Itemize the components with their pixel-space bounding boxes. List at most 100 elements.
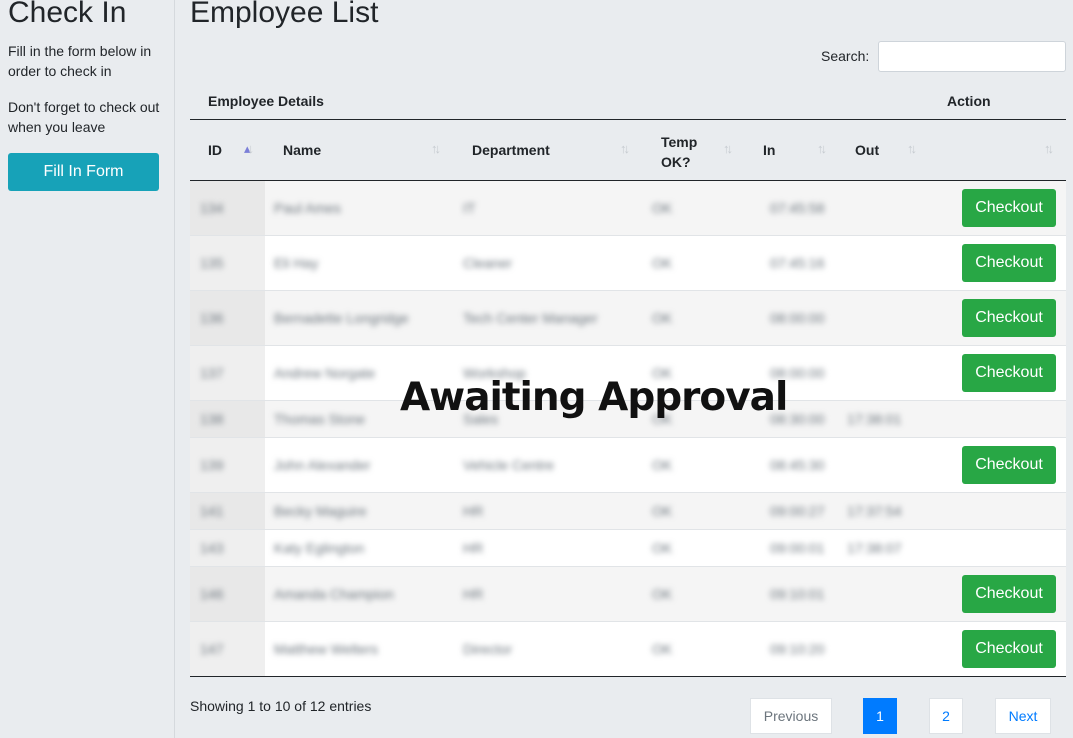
cell-name: Thomas Stone (274, 411, 366, 427)
cell-name: Matthew Welters (274, 641, 378, 657)
cell-out: 17:38:07 (847, 540, 902, 556)
cell-in: 09:10:01 (770, 586, 825, 602)
cell-id: 141 (200, 503, 224, 519)
cell-name: Bernadette Longridge (274, 310, 409, 326)
checkout-button[interactable]: Checkout (962, 299, 1056, 337)
sidebar-title: Check In (8, 0, 127, 29)
checkout-button[interactable]: Checkout (962, 575, 1056, 613)
cell-id: 134 (200, 200, 224, 216)
table-row: 136 Bernadette Longridge Tech Center Man… (190, 291, 1066, 346)
table-row: 135 Eli Hay Cleaner OK 07:45:16 Checkout (190, 236, 1066, 291)
cell-name: Eli Hay (274, 255, 319, 271)
awaiting-approval-overlay: Awaiting Approval (400, 375, 788, 420)
table-column-header: ID ▴↓ Name ↑↓ Department ↑↓ Temp OK? ↑↓ … (190, 120, 1066, 181)
cell-name: Katy Eglington (274, 540, 365, 556)
cell-department: Vehicle Centre (463, 457, 555, 473)
page-title: Employee List (190, 0, 379, 29)
cell-department: IT (463, 200, 476, 216)
column-name-label: Name (283, 142, 322, 158)
cell-in: 09:00:27 (770, 503, 825, 519)
cell-department: Tech Center Manager (463, 310, 598, 326)
column-action[interactable]: ↑↓ (929, 120, 1066, 181)
cell-department: HR (463, 540, 484, 556)
cell-in: 09:10:20 (770, 641, 825, 657)
table-row: 147 Matthew Welters Director OK 09:10:20… (190, 622, 1066, 677)
cell-temp: OK (652, 586, 673, 602)
table-row: 143 Katy Eglington HR OK 09:00:01 17:38:… (190, 530, 1066, 567)
cell-out: 17:37:54 (847, 503, 902, 519)
cell-name: Amanda Champion (274, 586, 394, 602)
table-group-header: Employee Details Action (190, 82, 1066, 120)
checkout-button[interactable]: Checkout (962, 354, 1056, 392)
search-input[interactable] (878, 41, 1066, 72)
cell-in: 07:45:58 (770, 200, 825, 216)
cell-id: 136 (200, 310, 224, 326)
employee-details-header: Employee Details (208, 93, 324, 109)
sidebar-reminder: Don't forget to check out when you leave (8, 99, 160, 135)
sidebar: Check In Fill in the form below in order… (0, 0, 175, 738)
cell-department: Director (463, 641, 513, 657)
table-row: 139 John Alexander Vehicle Centre OK 08:… (190, 438, 1066, 493)
sort-icon: ↑↓ (907, 141, 917, 156)
cell-temp: OK (652, 457, 673, 473)
pagination-page-1[interactable]: 1 (863, 698, 897, 734)
checkout-button[interactable]: Checkout (962, 244, 1056, 282)
cell-temp: OK (652, 255, 673, 271)
column-department-label: Department (472, 142, 550, 158)
sort-icon: ↑↓ (817, 141, 827, 156)
cell-temp: OK (652, 503, 673, 519)
column-out[interactable]: Out ↑↓ (837, 120, 929, 181)
column-temp-label: Temp OK? (661, 134, 698, 170)
cell-name: Paul Ames (274, 200, 341, 216)
cell-department: HR (463, 503, 484, 519)
column-in-label: In (763, 142, 776, 158)
cell-id: 138 (200, 411, 224, 427)
cell-id: 147 (200, 641, 224, 657)
column-id-label: ID (208, 142, 222, 158)
cell-out: 17:38:01 (847, 411, 902, 427)
checkout-button[interactable]: Checkout (962, 630, 1056, 668)
cell-id: 137 (200, 365, 224, 381)
cell-id: 146 (200, 586, 224, 602)
action-header: Action (947, 93, 991, 109)
cell-in: 07:45:16 (770, 255, 825, 271)
pagination-previous[interactable]: Previous (750, 698, 832, 734)
fill-in-form-button[interactable]: Fill In Form (8, 153, 159, 191)
column-temp[interactable]: Temp OK? ↑↓ (643, 120, 744, 181)
cell-temp: OK (652, 540, 673, 556)
column-out-label: Out (855, 142, 880, 158)
cell-in: 08:45:30 (770, 457, 825, 473)
search-label: Search: (821, 48, 870, 64)
cell-id: 135 (200, 255, 224, 271)
column-id[interactable]: ID ▴↓ (190, 120, 265, 181)
cell-department: Cleaner (463, 255, 513, 271)
cell-in: 09:00:01 (770, 540, 825, 556)
cell-in: 08:00:00 (770, 310, 825, 326)
sidebar-instructions: Fill in the form below in order to check… (8, 43, 152, 79)
cell-department: HR (463, 586, 484, 602)
sort-icon: ↑↓ (723, 141, 733, 156)
checkout-button[interactable]: Checkout (962, 446, 1056, 484)
pagination-next[interactable]: Next (995, 698, 1051, 734)
table-row: 141 Becky Maguire HR OK 09:00:27 17:37:5… (190, 493, 1066, 530)
sort-icon: ↑↓ (620, 141, 630, 156)
sort-icon: ↑↓ (431, 141, 441, 156)
table-info: Showing 1 to 10 of 12 entries (190, 698, 372, 714)
cell-temp: OK (652, 310, 673, 326)
checkout-button[interactable]: Checkout (962, 189, 1056, 227)
cell-temp: OK (652, 200, 673, 216)
column-department[interactable]: Department ↑↓ (454, 120, 643, 181)
pagination-page-2[interactable]: 2 (929, 698, 963, 734)
column-name[interactable]: Name ↑↓ (265, 120, 454, 181)
column-in[interactable]: In ↑↓ (745, 120, 837, 181)
cell-id: 143 (200, 540, 224, 556)
cell-id: 139 (200, 457, 224, 473)
table-row: 134 Paul Ames IT OK 07:45:58 Checkout (190, 181, 1066, 236)
cell-name: Andrew Norgate (274, 365, 376, 381)
cell-name: John Alexander (274, 457, 371, 473)
table-row: 146 Amanda Champion HR OK 09:10:01 Check… (190, 567, 1066, 622)
sort-asc-icon: ▴↓ (244, 141, 254, 156)
cell-name: Becky Maguire (274, 503, 367, 519)
cell-temp: OK (652, 641, 673, 657)
sort-icon: ↑↓ (1044, 141, 1054, 156)
